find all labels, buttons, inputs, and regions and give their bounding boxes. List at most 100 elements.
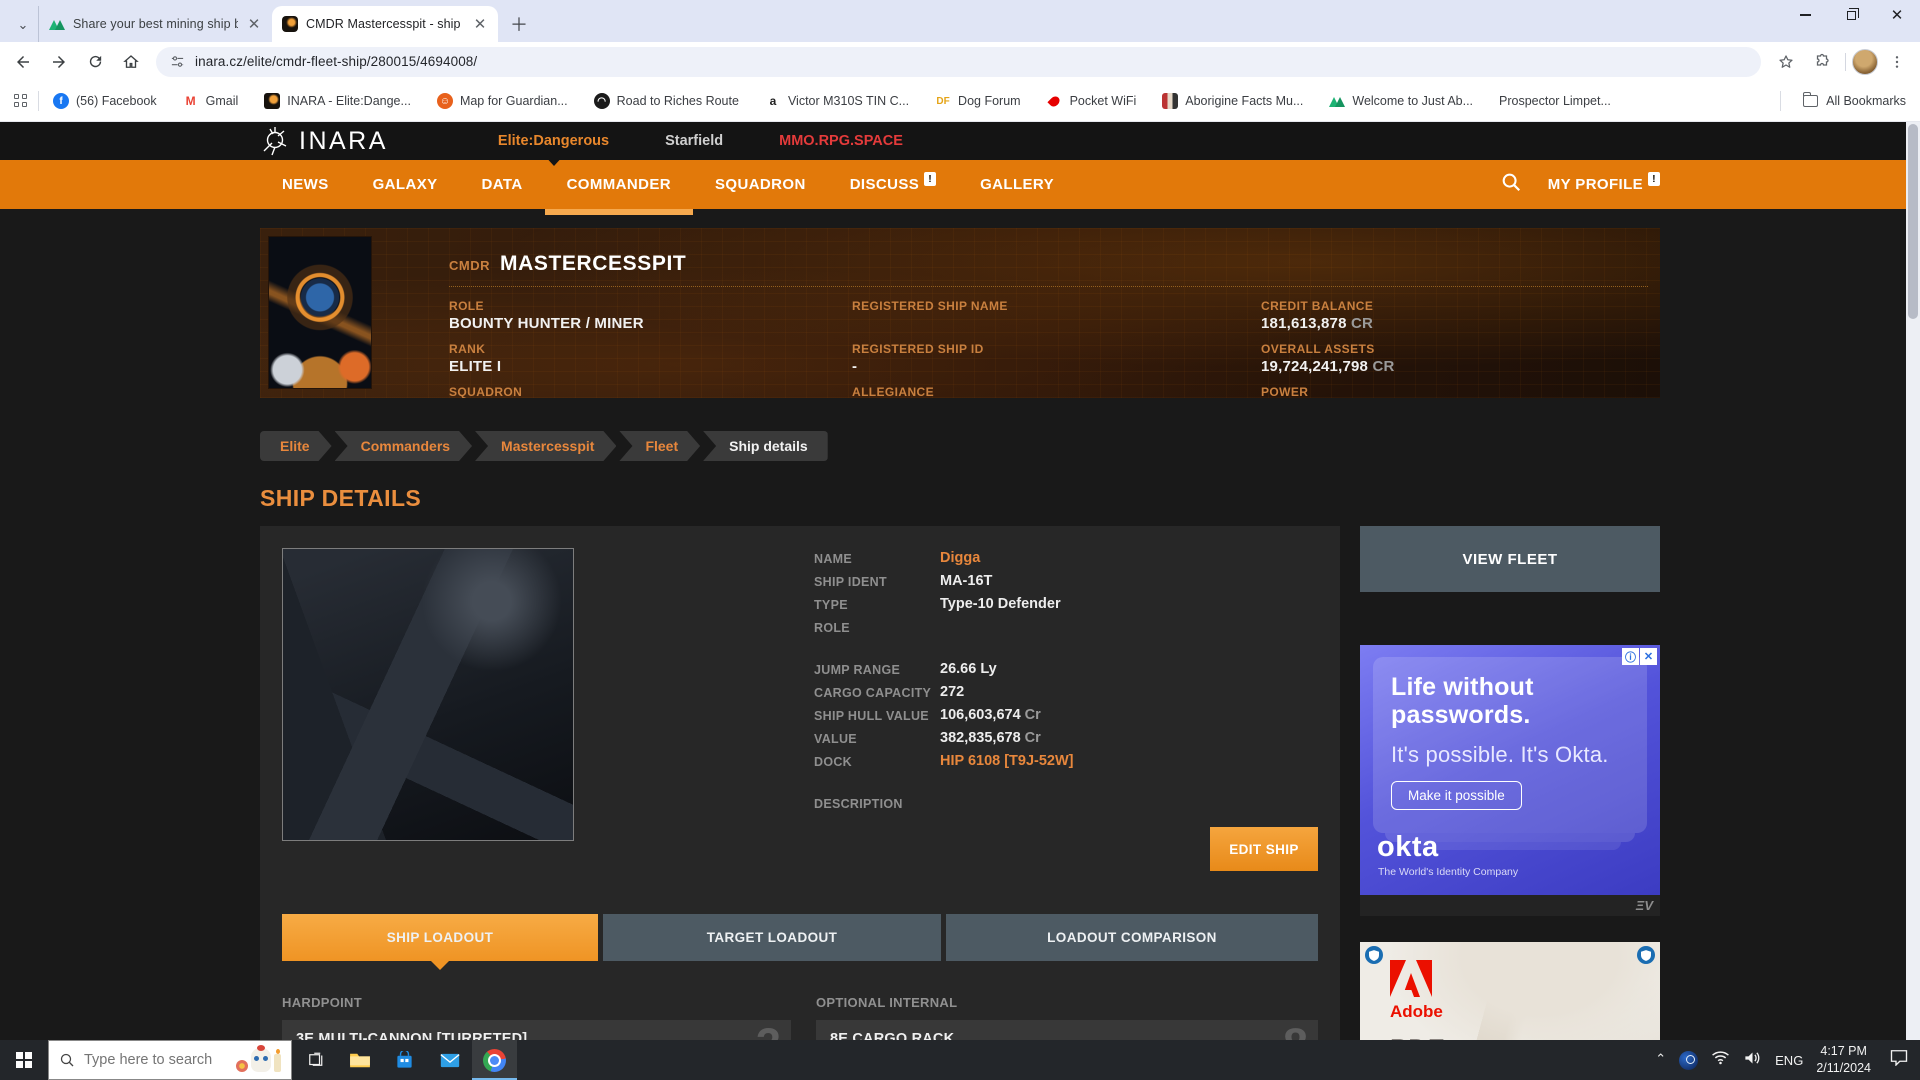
page-scrollbar[interactable]	[1906, 122, 1920, 1040]
chrome-taskbar-button[interactable]	[472, 1040, 517, 1080]
okta-cta-button[interactable]: Make it possible	[1391, 781, 1522, 810]
module-cargo-rack[interactable]: 8E CARGO RACK 8	[816, 1020, 1318, 1040]
loadout-tabs: SHIP LOADOUT TARGET LOADOUT LOADOUT COMP…	[282, 914, 1318, 961]
clock[interactable]: 4:17 PM 2/11/2024	[1816, 1043, 1871, 1077]
menu-kebab-icon[interactable]	[1880, 45, 1914, 79]
game-tab-mmorpg[interactable]: MMO.RPG.SPACE	[779, 133, 903, 149]
browser-tab-mining[interactable]: Share your best mining ship bui ✕	[38, 6, 272, 42]
bookmark-inara[interactable]: INARA - Elite:Dange...	[264, 93, 411, 109]
task-view-button[interactable]	[292, 1040, 337, 1080]
breadcrumb-mastercesspit[interactable]: Mastercesspit	[475, 431, 616, 461]
action-center-icon[interactable]	[1890, 1049, 1908, 1071]
browser-toolbar: inara.cz/elite/cmdr-fleet-ship/280015/46…	[0, 42, 1920, 81]
bookmark-map-guardian[interactable]: ☺Map for Guardian...	[437, 93, 568, 109]
taskbar-search-input[interactable]	[84, 1052, 227, 1068]
ad-privacy-shield-icon[interactable]	[1365, 946, 1383, 964]
nav-galaxy[interactable]: GALAXY	[351, 160, 460, 209]
breadcrumb-ship-details: Ship details	[703, 431, 828, 461]
view-fleet-button[interactable]: VIEW FLEET	[1360, 526, 1660, 592]
commander-avatar-image	[268, 236, 372, 389]
ad-close-icon[interactable]: ✕	[1640, 648, 1657, 665]
banner-col-1: ROLE BOUNTY HUNTER / MINER RANK ELITE I …	[449, 299, 852, 398]
dock-link[interactable]: HIP 6108 [T9J-52W]	[940, 753, 1074, 769]
amazon-icon: a	[765, 93, 781, 109]
wifi-icon[interactable]	[1711, 1050, 1730, 1070]
adobe-ad[interactable]: Adobe PDF your resume.	[1360, 942, 1660, 1040]
nav-squadron[interactable]: SQUADRON	[693, 160, 828, 209]
extensions-icon[interactable]	[1805, 45, 1839, 79]
file-explorer-button[interactable]	[337, 1040, 382, 1080]
bookmark-prospector[interactable]: Prospector Limpet...	[1499, 94, 1611, 108]
bookmark-dog-forum[interactable]: DFDog Forum	[935, 93, 1021, 109]
tab-close-icon[interactable]: ✕	[246, 15, 262, 33]
start-button[interactable]	[0, 1040, 48, 1080]
bookmark-label: Gmail	[206, 94, 239, 108]
ad-info-icon[interactable]: ⓘ	[1622, 648, 1639, 665]
bookmarks-bar: f(56) Facebook MGmail INARA - Elite:Dang…	[0, 81, 1920, 122]
url-text[interactable]: inara.cz/elite/cmdr-fleet-ship/280015/46…	[195, 54, 477, 69]
back-icon[interactable]	[6, 45, 40, 79]
bookmark-label: Victor M310S TIN C...	[788, 94, 909, 108]
forward-icon[interactable]	[42, 45, 76, 79]
bookmark-facebook[interactable]: f(56) Facebook	[53, 93, 157, 109]
address-bar[interactable]: inara.cz/elite/cmdr-fleet-ship/280015/46…	[156, 47, 1761, 77]
mail-button[interactable]	[427, 1040, 472, 1080]
ad-privacy-shield-icon[interactable]	[1637, 946, 1655, 964]
all-bookmarks-button[interactable]: All Bookmarks	[1780, 91, 1906, 111]
nav-gallery[interactable]: GALLERY	[958, 160, 1076, 209]
close-button[interactable]: ✕	[1874, 0, 1920, 30]
inara-star-icon	[260, 126, 290, 156]
okta-ad[interactable]: ⓘ ✕ Life without passwords. It's possibl…	[1360, 645, 1660, 895]
reload-icon[interactable]	[78, 45, 112, 79]
edit-ship-button[interactable]: EDIT SHIP	[1210, 827, 1318, 871]
bookmark-welcome[interactable]: Welcome to Just Ab...	[1329, 93, 1473, 109]
browser-tab-inara-active[interactable]: CMDR Mastercesspit - ship deta ✕	[272, 6, 498, 42]
bookmark-star-icon[interactable]	[1769, 45, 1803, 79]
breadcrumb-fleet[interactable]: Fleet	[619, 431, 700, 461]
bookmark-gmail[interactable]: MGmail	[183, 93, 239, 109]
inara-logo[interactable]: INARA	[260, 126, 388, 156]
tab-search-chevron-icon[interactable]: ⌄	[8, 8, 38, 42]
ship-image[interactable]	[282, 548, 574, 841]
field-registered-ship-name: REGISTERED SHIP NAME	[852, 299, 1261, 342]
site-search-icon[interactable]	[1500, 171, 1522, 198]
scrollbar-thumb[interactable]	[1908, 124, 1918, 319]
flag-icon	[1162, 93, 1178, 109]
minimize-button[interactable]	[1782, 0, 1828, 30]
breadcrumb-commanders[interactable]: Commanders	[335, 431, 472, 461]
steam-tray-icon[interactable]	[1679, 1051, 1698, 1070]
microsoft-store-button[interactable]	[382, 1040, 427, 1080]
bookmark-pocket-wifi[interactable]: Pocket WiFi	[1047, 93, 1137, 109]
apps-grid-icon[interactable]	[14, 94, 28, 108]
hardpoint-column: HARDPOINT 3E MULTI-CANNON [TURRETED] 3 L…	[282, 995, 791, 1040]
my-profile-button[interactable]: MY PROFILE!	[1548, 176, 1660, 193]
tab-loadout-comparison[interactable]: LOADOUT COMPARISON	[946, 914, 1318, 961]
profile-avatar[interactable]	[1852, 49, 1878, 75]
home-icon[interactable]	[114, 45, 148, 79]
tab-target-loadout[interactable]: TARGET LOADOUT	[603, 914, 941, 961]
new-tab-button[interactable]: ＋	[504, 9, 534, 39]
nav-discuss[interactable]: DISCUSS!	[828, 160, 958, 209]
nav-commander-active[interactable]: COMMANDER	[545, 160, 693, 209]
tray-expand-icon[interactable]: ⌃	[1655, 1051, 1666, 1067]
ship-name-link[interactable]: Digga	[940, 550, 980, 566]
bookmark-road-to-riches[interactable]: ◠Road to Riches Route	[594, 93, 739, 109]
language-indicator[interactable]: ENG	[1775, 1053, 1803, 1068]
dock-row: DOCKHIP 6108 [T9J-52W]	[814, 753, 1318, 769]
bookmark-aborigine[interactable]: Aborigine Facts Mu...	[1162, 93, 1303, 109]
tab-close-icon[interactable]: ✕	[472, 15, 488, 33]
module-multi-cannon[interactable]: 3E MULTI-CANNON [TURRETED] 3 Long range	[282, 1020, 791, 1040]
volume-icon[interactable]	[1743, 1050, 1762, 1071]
ad-provider-logo[interactable]: ΞV	[1636, 898, 1653, 913]
game-tab-starfield[interactable]: Starfield	[665, 133, 723, 149]
commander-name: MASTERCESSPIT	[500, 252, 686, 276]
breadcrumb-elite[interactable]: Elite	[260, 431, 332, 461]
bookmark-victor[interactable]: a Victor M310S TIN C...	[765, 93, 909, 109]
map-icon: ☺	[437, 93, 453, 109]
nav-data[interactable]: DATA	[460, 160, 545, 209]
tab-ship-loadout-active[interactable]: SHIP LOADOUT	[282, 914, 598, 961]
taskbar-search[interactable]	[48, 1040, 292, 1080]
restore-button[interactable]	[1828, 0, 1874, 30]
nav-news[interactable]: NEWS	[260, 160, 351, 209]
game-tab-elite[interactable]: Elite:Dangerous	[498, 133, 609, 149]
